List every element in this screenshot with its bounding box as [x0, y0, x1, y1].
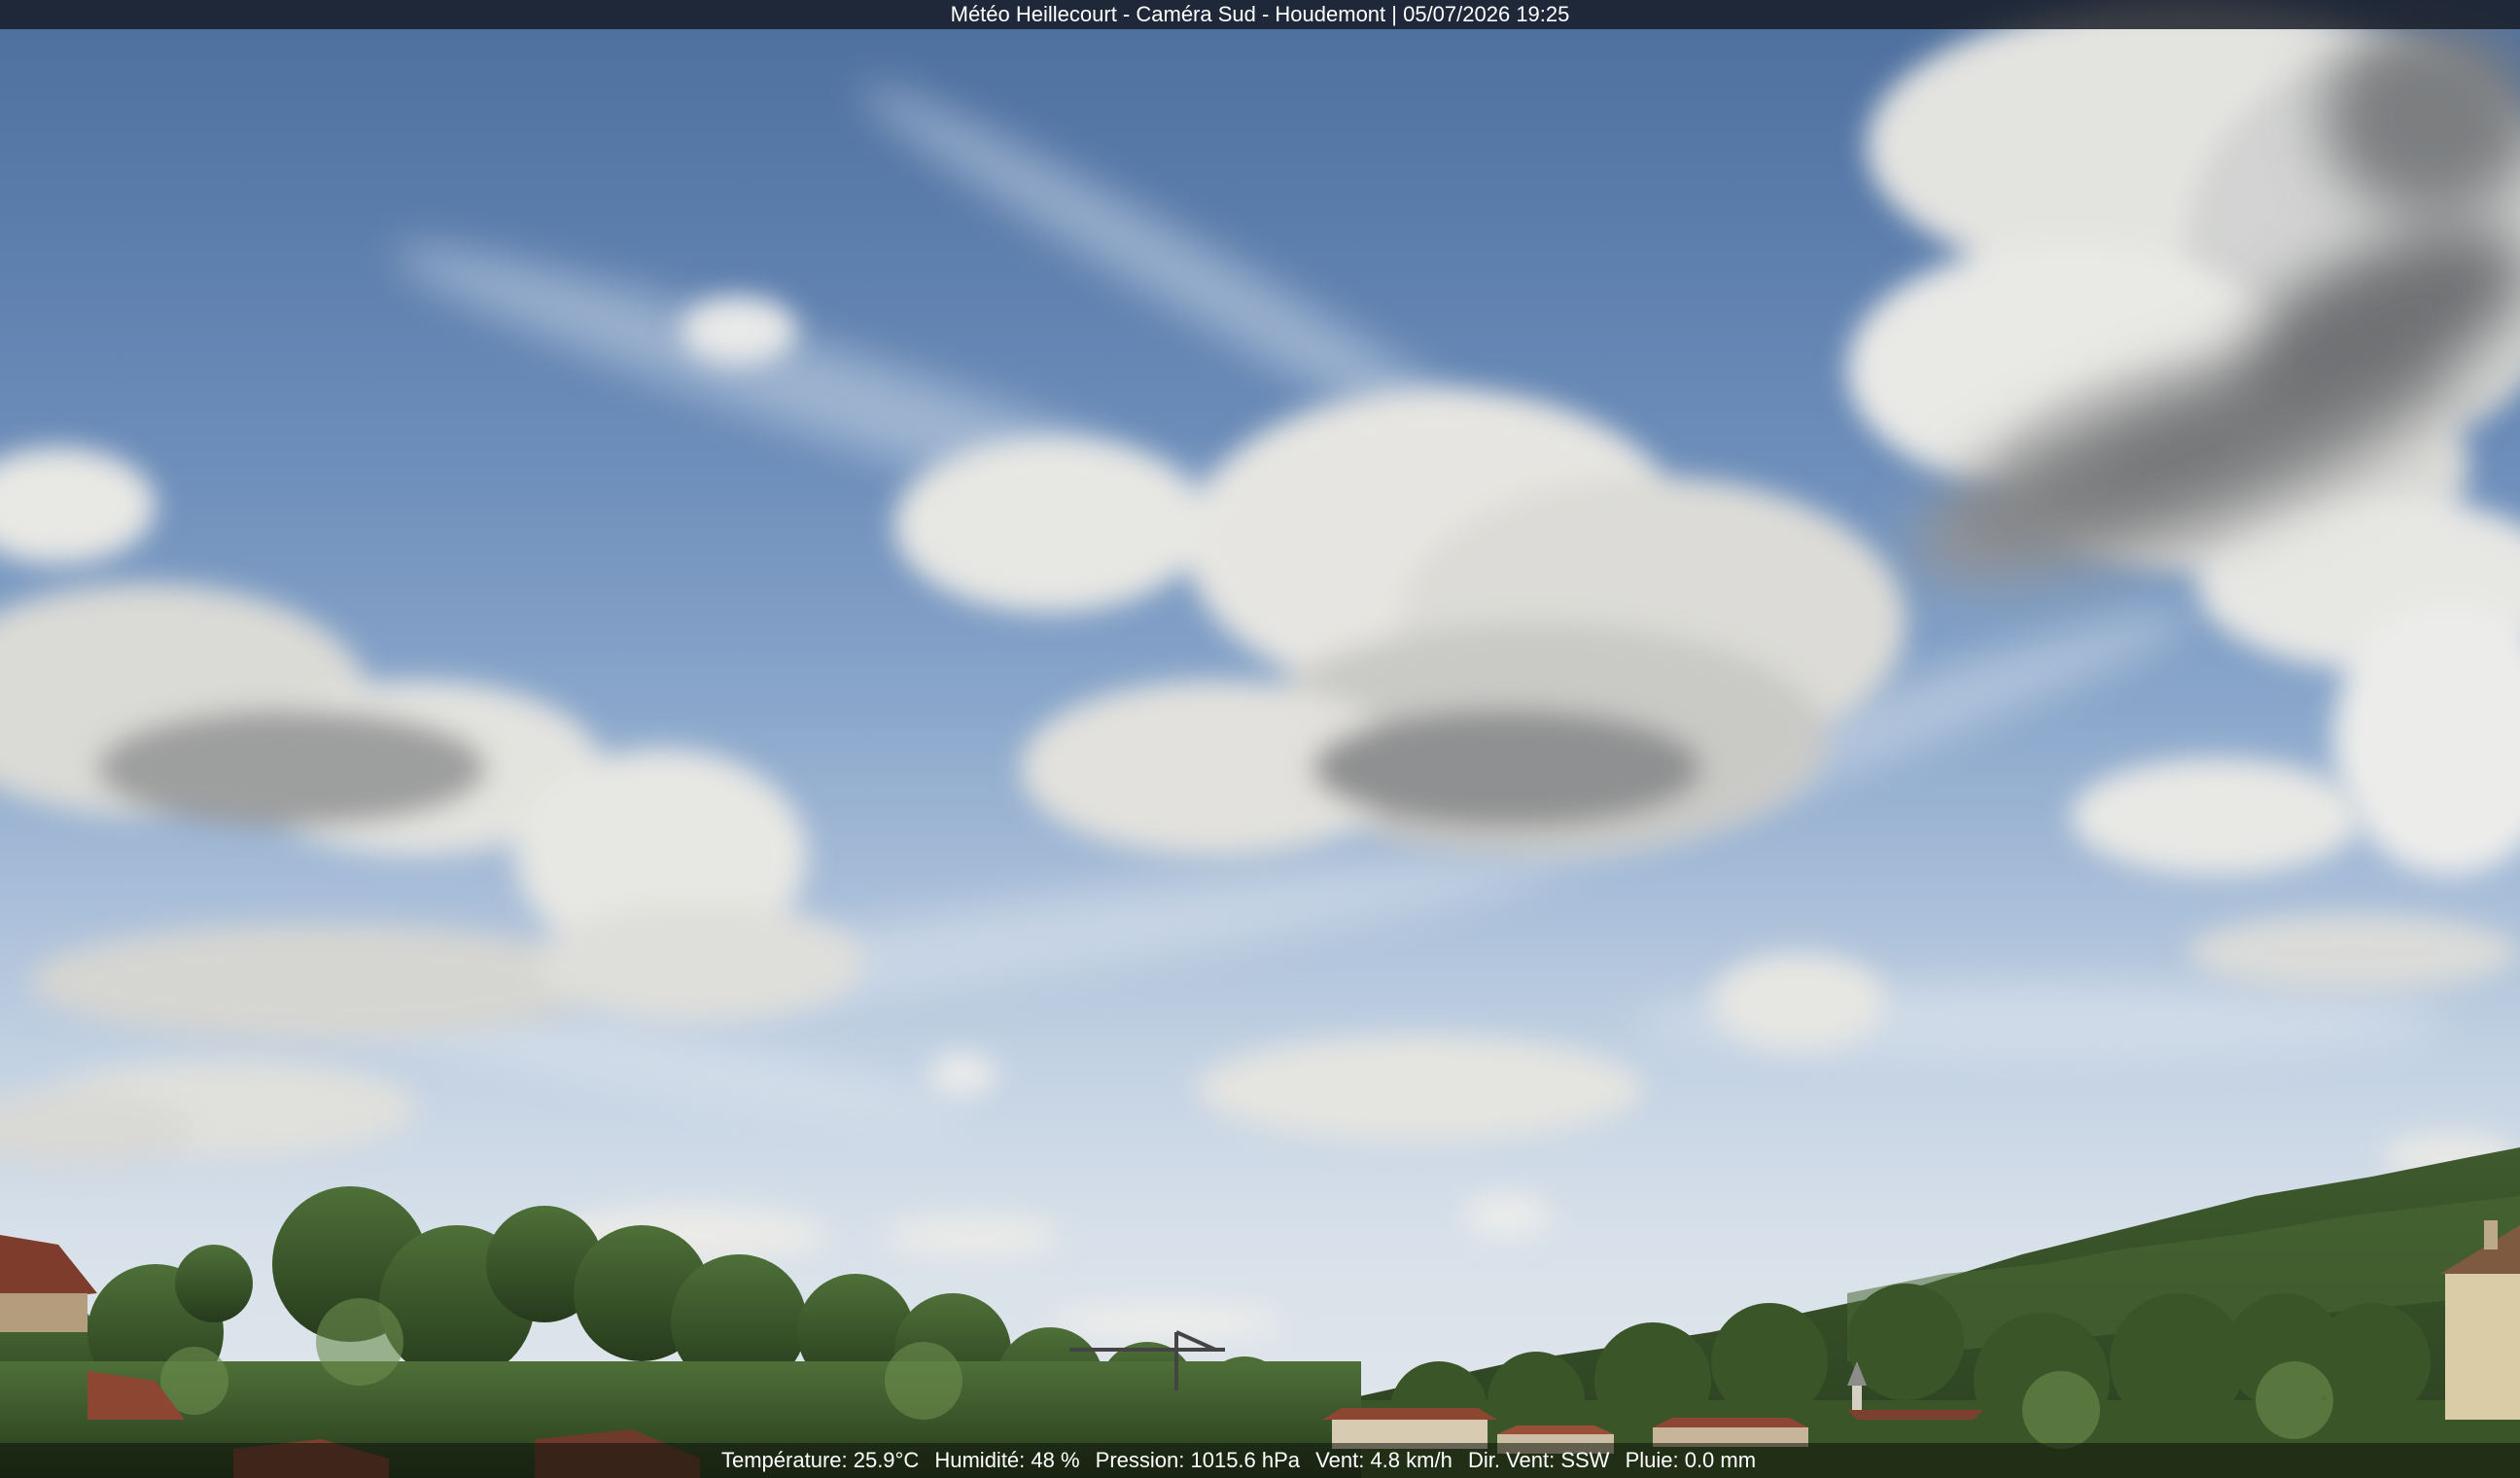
humidity-reading: Humidité: 48 % — [934, 1448, 1080, 1472]
camera-title: Météo Heillecourt - Caméra Sud - Houdemo… — [950, 2, 1570, 26]
wind-speed-reading: Vent: 4.8 km/h — [1315, 1448, 1452, 1472]
cloud-center — [894, 389, 1906, 856]
weather-status-bar: Température: 25.9°C Humidité: 48 % Press… — [0, 1443, 2520, 1478]
pressure-reading: Pression: 1015.6 hPa — [1095, 1448, 1301, 1472]
webcam-frame: Météo Heillecourt - Caméra Sud - Houdemo… — [0, 0, 2520, 1478]
webcam-scene — [0, 0, 2520, 1478]
wind-direction-reading: Dir. Vent: SSW — [1467, 1448, 1610, 1472]
temperature-reading: Température: 25.9°C — [721, 1448, 920, 1472]
camera-title-bar: Météo Heillecourt - Caméra Sud - Houdemo… — [0, 0, 2520, 29]
rain-reading: Pluie: 0.0 mm — [1625, 1448, 1757, 1472]
weather-readings: Température: 25.9°C Humidité: 48 % Press… — [721, 1443, 1766, 1478]
